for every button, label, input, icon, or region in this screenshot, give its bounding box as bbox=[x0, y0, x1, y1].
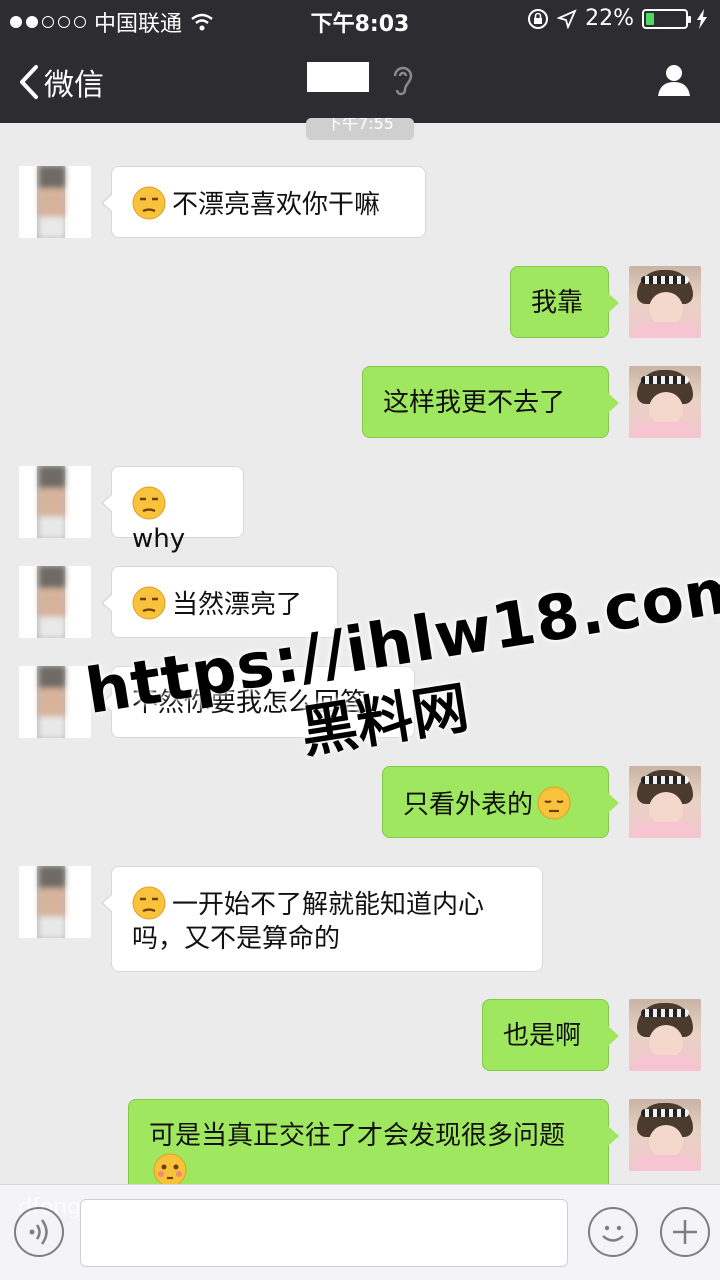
unamused-face-icon bbox=[132, 586, 166, 620]
status-right-group: 22% bbox=[527, 6, 708, 31]
back-button[interactable]: 微信 bbox=[18, 60, 104, 104]
chat-info-person-icon[interactable] bbox=[656, 62, 692, 98]
message-text: 可是当真正交往了才会发现很多问题 bbox=[149, 1121, 566, 1151]
emoji-face-icon bbox=[602, 1225, 624, 1242]
message-bubble[interactable]: 一开始不了解就能知道内心吗，又不是算命的 bbox=[101, 866, 543, 972]
message-text: 不漂亮喜欢你干嘛 bbox=[172, 190, 381, 220]
status-bar: 中国联通 下午8:03 22% bbox=[0, 0, 720, 40]
message-bubble[interactable]: 我靠 bbox=[510, 266, 619, 338]
peer-avatar[interactable] bbox=[19, 466, 91, 538]
message-text: 我靠 bbox=[531, 288, 584, 318]
contact-name-redacted bbox=[307, 62, 369, 92]
peer-avatar[interactable] bbox=[19, 166, 91, 238]
flushed-face-icon bbox=[153, 1153, 187, 1187]
battery-fill bbox=[646, 12, 654, 25]
emoji-button[interactable] bbox=[588, 1207, 638, 1257]
peer-avatar[interactable] bbox=[19, 866, 91, 938]
chevron-left-icon bbox=[20, 65, 38, 99]
message-bubble[interactable]: 不漂亮喜欢你干嘛 bbox=[101, 166, 426, 238]
message-row: 也是啊 bbox=[0, 999, 720, 1073]
message-text: 当然漂亮了 bbox=[172, 590, 303, 620]
self-avatar[interactable] bbox=[629, 766, 701, 838]
message-row: why bbox=[0, 466, 720, 554]
charging-bolt-icon bbox=[697, 8, 707, 29]
message-text: 只看外表的 bbox=[403, 790, 534, 820]
unamused-face-icon bbox=[132, 186, 166, 220]
more-options-button[interactable] bbox=[660, 1207, 710, 1257]
message-bubble[interactable]: 这样我更不去了 bbox=[362, 366, 619, 438]
location-arrow-icon bbox=[557, 8, 577, 29]
chat-nav-bar: 微信 bbox=[0, 40, 720, 123]
message-text: 一开始不了解就能知道内心吗，又不是算命的 bbox=[132, 890, 485, 954]
message-text-input[interactable] bbox=[80, 1199, 568, 1267]
message-row: 我靠 bbox=[0, 266, 720, 340]
battery-icon bbox=[642, 8, 691, 29]
message-bubble[interactable]: why bbox=[101, 466, 244, 554]
pensive-face-icon bbox=[537, 786, 571, 820]
message-text: why bbox=[132, 524, 186, 554]
voice-input-button[interactable] bbox=[14, 1207, 64, 1257]
message-text: 这样我更不去了 bbox=[383, 388, 566, 418]
self-avatar[interactable] bbox=[629, 266, 701, 338]
message-row: 这样我更不去了 bbox=[0, 366, 720, 440]
earpiece-mode-icon bbox=[393, 66, 413, 96]
chat-input-bar: dfongxw.com bbox=[0, 1184, 720, 1280]
battery-percent: 22% bbox=[585, 6, 634, 31]
message-row: 不漂亮喜欢你干嘛 bbox=[0, 166, 720, 240]
rotation-lock-icon bbox=[528, 8, 549, 29]
plus-icon bbox=[673, 1220, 697, 1244]
message-row: 一开始不了解就能知道内心吗，又不是算命的 bbox=[0, 866, 720, 976]
self-avatar[interactable] bbox=[629, 366, 701, 438]
message-text: 也是啊 bbox=[503, 1021, 582, 1051]
peer-avatar[interactable] bbox=[19, 666, 91, 738]
unamused-face-icon bbox=[132, 486, 166, 520]
peer-avatar[interactable] bbox=[19, 566, 91, 638]
back-label: 微信 bbox=[44, 68, 104, 103]
unamused-face-icon bbox=[132, 886, 166, 920]
message-timestamp: 下午7:55 bbox=[306, 118, 414, 140]
self-avatar[interactable] bbox=[629, 999, 701, 1071]
self-avatar[interactable] bbox=[629, 1099, 701, 1171]
message-bubble[interactable]: 也是啊 bbox=[482, 999, 619, 1071]
voice-icon bbox=[29, 1219, 48, 1245]
